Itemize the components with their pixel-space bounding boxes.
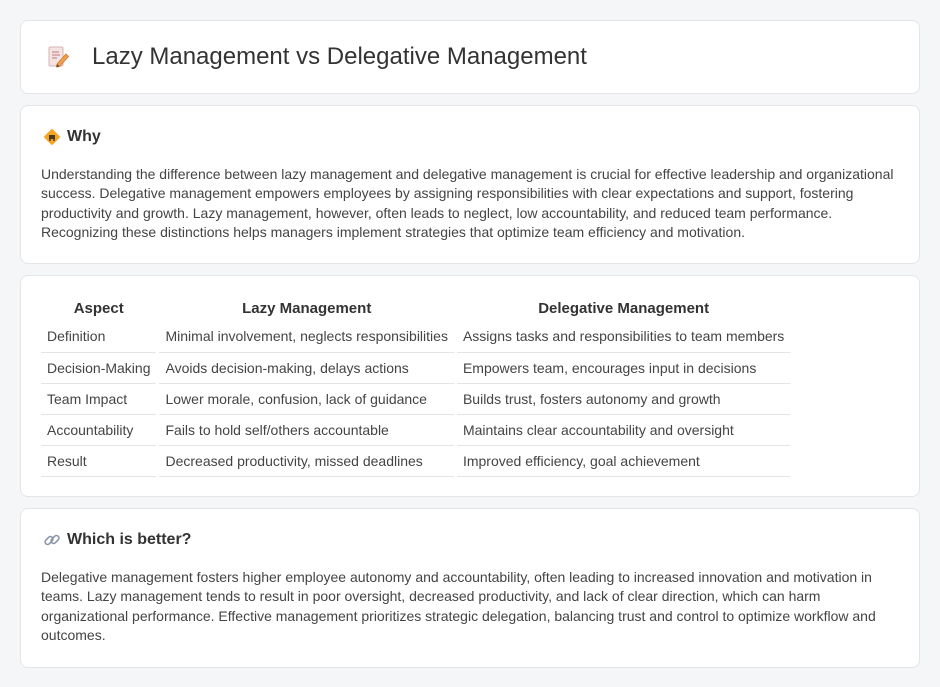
table-cell: Minimal involvement, neglects responsibi…: [156, 321, 456, 353]
table-header-row: Aspect Lazy Management Delegative Manage…: [41, 298, 791, 321]
table-row: Result Decreased productivity, missed de…: [41, 445, 791, 477]
table-cell: Lower morale, confusion, lack of guidanc…: [156, 383, 456, 415]
table-cell: Fails to hold self/others accountable: [156, 414, 456, 446]
better-text: Delegative management fosters higher emp…: [41, 569, 876, 644]
why-heading-label: Why: [67, 128, 101, 145]
why-heading: Why: [43, 128, 899, 146]
table-cell: Decision-Making: [41, 352, 158, 384]
table-cell: Builds trust, fosters autonomy and growt…: [453, 383, 791, 415]
table-cell: Improved efficiency, goal achievement: [453, 445, 791, 477]
table-cell: Definition: [41, 321, 158, 353]
table-cell: Result: [41, 445, 158, 477]
table-cell: Empowers team, encourages input in decis…: [453, 352, 791, 384]
comparison-table: Aspect Lazy Management Delegative Manage…: [41, 298, 791, 477]
table-row: Accountability Fails to hold self/others…: [41, 414, 791, 446]
why-text: Understanding the difference between laz…: [41, 166, 894, 241]
column-header-aspect: Aspect: [73, 300, 124, 317]
table-cell: Maintains clear accountability and overs…: [453, 414, 791, 446]
table-cell: Assigns tasks and responsibilities to te…: [453, 321, 791, 353]
table-row: Definition Minimal involvement, neglects…: [41, 321, 791, 353]
why-section: Why Understanding the difference between…: [20, 105, 920, 264]
comparison-section: Aspect Lazy Management Delegative Manage…: [20, 275, 920, 497]
table-row: Team Impact Lower morale, confusion, lac…: [41, 383, 791, 415]
column-header-lazy: Lazy Management: [156, 298, 456, 321]
column-header-delegative: Delegative Management: [453, 298, 791, 321]
diamond-sign-icon: [43, 128, 61, 146]
table-cell: Team Impact: [41, 383, 158, 415]
header-card: Lazy Management vs Delegative Management: [20, 20, 920, 94]
which-is-better-section: Which is better? Delegative management f…: [20, 508, 920, 668]
table-cell: Decreased productivity, missed deadlines: [156, 445, 456, 477]
table-row: Decision-Making Avoids decision-making, …: [41, 352, 791, 384]
document-pencil-icon: [46, 45, 70, 69]
table-cell: Accountability: [41, 414, 158, 446]
better-heading: Which is better?: [43, 531, 899, 549]
page-title: Lazy Management vs Delegative Management: [92, 43, 587, 70]
table-cell: Avoids decision-making, delays actions: [156, 352, 456, 384]
better-heading-label: Which is better?: [67, 531, 192, 548]
link-icon: [43, 531, 61, 549]
